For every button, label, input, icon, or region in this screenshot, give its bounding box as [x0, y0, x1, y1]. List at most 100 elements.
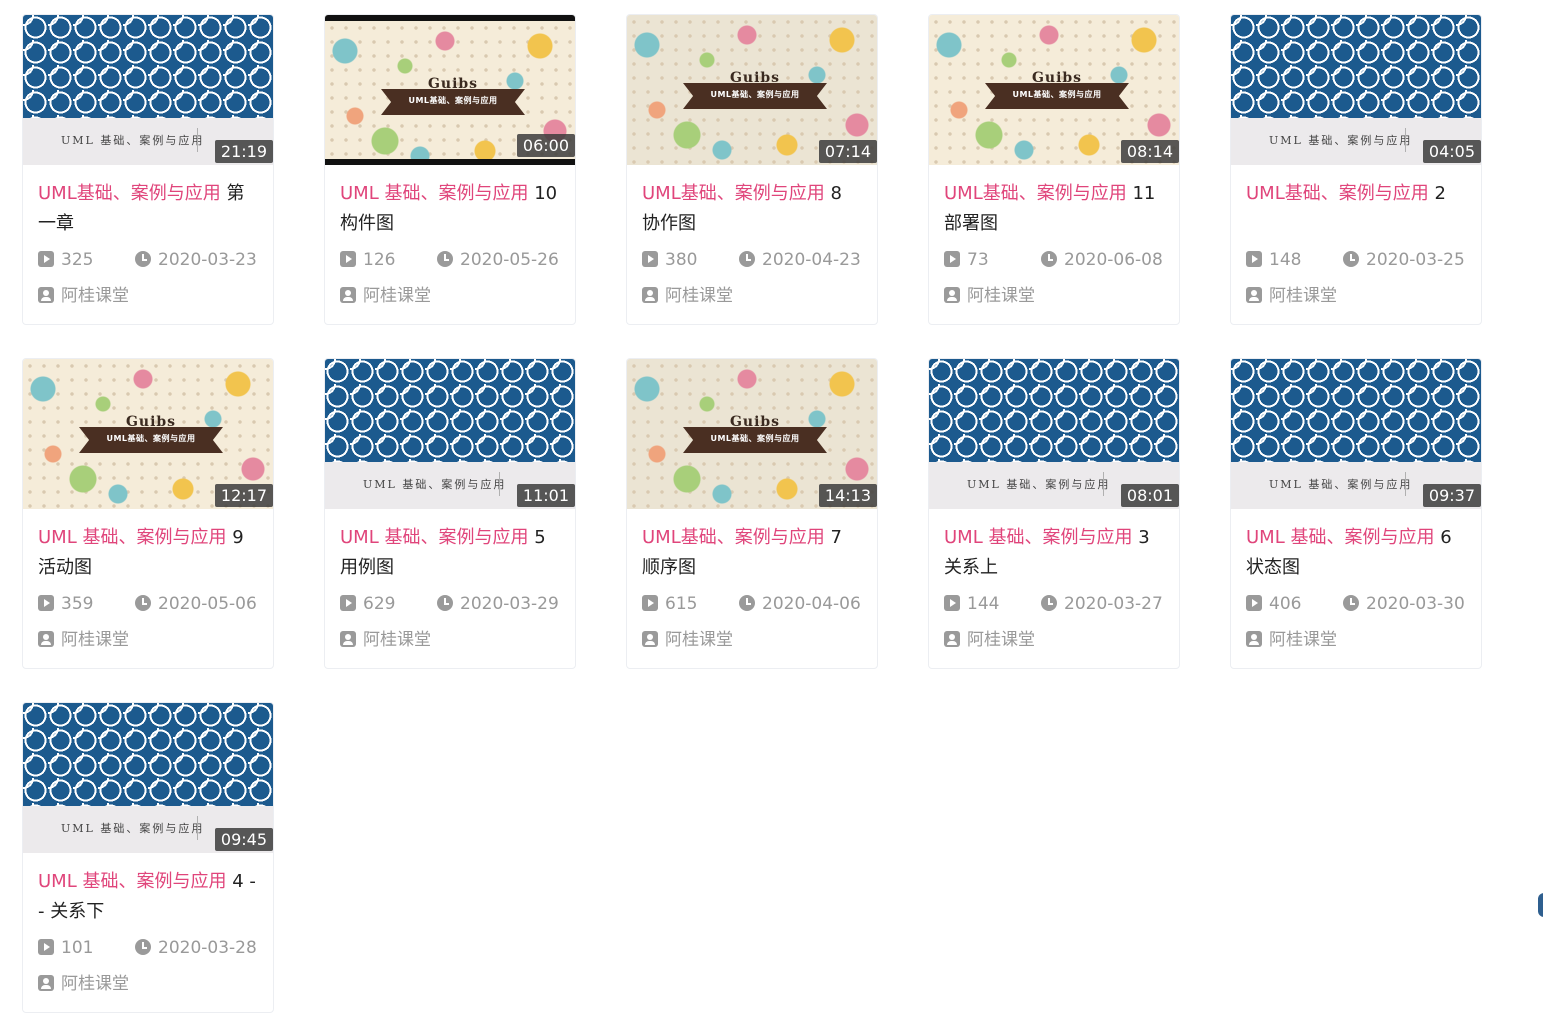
- thumbnail-subtitle: UML基础、案例与应用: [1012, 90, 1102, 99]
- video-thumbnail[interactable]: UML 基础、案例与应用 09:45: [23, 703, 273, 853]
- video-title[interactable]: UML基础、案例与应用 2: [1246, 179, 1466, 239]
- play-icon: [1246, 251, 1262, 267]
- video-title[interactable]: UML 基础、案例与应用 4 -- 关系下: [38, 867, 258, 927]
- video-thumbnail[interactable]: Guibs UML基础、案例与应用 08:14: [929, 15, 1179, 165]
- video-author[interactable]: 阿桂课堂: [1246, 629, 1466, 651]
- video-card[interactable]: Guibs UML基础、案例与应用 12:17 UML 基础、案例与应用 9 活动图…: [22, 358, 274, 669]
- video-card[interactable]: UML 基础、案例与应用 09:37 UML 基础、案例与应用 6 状态图 406…: [1230, 358, 1482, 669]
- upload-date-value: 2020-04-23: [762, 250, 861, 270]
- play-count: 615: [642, 593, 697, 615]
- video-author[interactable]: 阿桂课堂: [340, 285, 560, 307]
- floating-widget-edge[interactable]: [1538, 893, 1543, 917]
- video-card[interactable]: Guibs UML基础、案例与应用 07:14 UML基础、案例与应用 8 协作图 …: [626, 14, 878, 325]
- upload-date: 2020-06-08: [1041, 249, 1163, 271]
- ring-pattern: [1231, 15, 1481, 118]
- video-thumbnail[interactable]: UML 基础、案例与应用 04:05: [1231, 15, 1481, 165]
- play-count-value: 73: [967, 250, 989, 270]
- clock-icon: [135, 939, 151, 955]
- video-thumbnail[interactable]: Guibs UML基础、案例与应用 07:14: [627, 15, 877, 165]
- video-duration: 08:01: [1120, 484, 1179, 507]
- video-title-series: UML 基础、案例与应用: [340, 527, 529, 548]
- video-author[interactable]: 阿桂课堂: [944, 285, 1164, 307]
- video-title[interactable]: UML 基础、案例与应用 10 构件图: [340, 179, 560, 239]
- video-thumbnail[interactable]: UML 基础、案例与应用 09:37: [1231, 359, 1481, 509]
- thumbnail-caption: UML 基础、案例与应用: [61, 134, 205, 147]
- video-author[interactable]: 阿桂课堂: [38, 629, 258, 651]
- thumbnail-divider: [1103, 472, 1104, 496]
- video-author[interactable]: 阿桂课堂: [1246, 285, 1466, 307]
- video-info: UML 基础、案例与应用 9 活动图 359 2020-05-06 阿桂课堂: [23, 509, 273, 651]
- play-icon: [340, 595, 356, 611]
- upload-date: 2020-03-27: [1041, 593, 1163, 615]
- video-thumbnail[interactable]: Guibs UML基础、案例与应用 12:17: [23, 359, 273, 509]
- video-info: UML基础、案例与应用 第一章 325 2020-03-23 阿桂课堂: [23, 165, 273, 307]
- video-author[interactable]: 阿桂课堂: [642, 629, 862, 651]
- video-author[interactable]: 阿桂课堂: [340, 629, 560, 651]
- play-icon: [38, 251, 54, 267]
- video-info: UML基础、案例与应用 2 148 2020-03-25 阿桂课堂: [1231, 165, 1481, 307]
- play-count-value: 325: [61, 250, 94, 270]
- thumbnail-caption: UML 基础、案例与应用: [1269, 134, 1413, 147]
- video-title[interactable]: UML基础、案例与应用 7 顺序图: [642, 523, 862, 583]
- play-icon: [642, 595, 658, 611]
- video-author[interactable]: 阿桂课堂: [642, 285, 862, 307]
- video-thumbnail[interactable]: UML 基础、案例与应用 21:19: [23, 15, 273, 165]
- upload-date-value: 2020-03-29: [460, 594, 559, 614]
- play-icon: [944, 595, 960, 611]
- video-card[interactable]: UML 基础、案例与应用 08:01 UML 基础、案例与应用 3 关系上 144…: [928, 358, 1180, 669]
- video-meta: 629 2020-03-29: [340, 593, 560, 615]
- video-meta: 380 2020-04-23: [642, 249, 862, 271]
- video-card[interactable]: UML 基础、案例与应用 09:45 UML 基础、案例与应用 4 -- 关系下 …: [22, 702, 274, 1013]
- play-count: 629: [340, 593, 395, 615]
- video-author[interactable]: 阿桂课堂: [38, 973, 258, 995]
- upload-date-value: 2020-03-28: [158, 938, 257, 958]
- play-count-value: 406: [1269, 594, 1302, 614]
- author-name: 阿桂课堂: [967, 286, 1035, 306]
- thumbnail-brand: Guibs: [729, 70, 781, 86]
- video-duration: 11:01: [516, 484, 575, 507]
- video-card[interactable]: Guibs UML基础、案例与应用 14:13 UML基础、案例与应用 7 顺序图 …: [626, 358, 878, 669]
- play-count-value: 380: [665, 250, 698, 270]
- clock-icon: [437, 251, 453, 267]
- video-title[interactable]: UML 基础、案例与应用 9 活动图: [38, 523, 258, 583]
- video-thumbnail[interactable]: Guibs UML基础、案例与应用 06:00: [325, 15, 575, 165]
- video-card[interactable]: UML 基础、案例与应用 11:01 UML 基础、案例与应用 5 用例图 629…: [324, 358, 576, 669]
- video-author[interactable]: 阿桂课堂: [944, 629, 1164, 651]
- play-icon: [1246, 595, 1262, 611]
- upload-date-value: 2020-03-23: [158, 250, 257, 270]
- video-info: UML基础、案例与应用 11 部署图 73 2020-06-08 阿桂课堂: [929, 165, 1179, 307]
- user-icon: [38, 975, 54, 991]
- play-count: 101: [38, 937, 93, 959]
- video-title[interactable]: UML 基础、案例与应用 5 用例图: [340, 523, 560, 583]
- video-duration: 07:14: [818, 140, 877, 163]
- video-info: UML基础、案例与应用 8 协作图 380 2020-04-23 阿桂课堂: [627, 165, 877, 307]
- user-icon: [1246, 287, 1262, 303]
- author-name: 阿桂课堂: [665, 286, 733, 306]
- video-title[interactable]: UML基础、案例与应用 8 协作图: [642, 179, 862, 239]
- author-name: 阿桂课堂: [363, 630, 431, 650]
- video-thumbnail[interactable]: UML 基础、案例与应用 11:01: [325, 359, 575, 509]
- video-card[interactable]: Guibs UML基础、案例与应用 06:00 UML 基础、案例与应用 10 构件…: [324, 14, 576, 325]
- video-title[interactable]: UML基础、案例与应用 第一章: [38, 179, 258, 239]
- video-title[interactable]: UML基础、案例与应用 11 部署图: [944, 179, 1164, 239]
- video-duration: 09:45: [214, 828, 273, 851]
- video-meta: 325 2020-03-23: [38, 249, 258, 271]
- video-thumbnail[interactable]: UML 基础、案例与应用 08:01: [929, 359, 1179, 509]
- upload-date-value: 2020-05-26: [460, 250, 559, 270]
- video-card[interactable]: Guibs UML基础、案例与应用 08:14 UML基础、案例与应用 11 部署图…: [928, 14, 1180, 325]
- video-duration: 04:05: [1422, 140, 1481, 163]
- video-thumbnail[interactable]: Guibs UML基础、案例与应用 14:13: [627, 359, 877, 509]
- user-icon: [340, 287, 356, 303]
- video-card[interactable]: UML 基础、案例与应用 21:19 UML基础、案例与应用 第一章 325 20…: [22, 14, 274, 325]
- video-title[interactable]: UML 基础、案例与应用 3 关系上: [944, 523, 1164, 583]
- video-card[interactable]: UML 基础、案例与应用 04:05 UML基础、案例与应用 2 148 2020…: [1230, 14, 1482, 325]
- upload-date-value: 2020-03-25: [1366, 250, 1465, 270]
- video-info: UML 基础、案例与应用 5 用例图 629 2020-03-29 阿桂课堂: [325, 509, 575, 651]
- play-count-value: 144: [967, 594, 1000, 614]
- play-count: 144: [944, 593, 999, 615]
- video-info: UML 基础、案例与应用 10 构件图 126 2020-05-26 阿桂课堂: [325, 165, 575, 307]
- video-author[interactable]: 阿桂课堂: [38, 285, 258, 307]
- video-title[interactable]: UML 基础、案例与应用 6 状态图: [1246, 523, 1466, 583]
- thumbnail-caption: UML 基础、案例与应用: [967, 478, 1111, 491]
- video-title-series: UML 基础、案例与应用: [38, 871, 227, 892]
